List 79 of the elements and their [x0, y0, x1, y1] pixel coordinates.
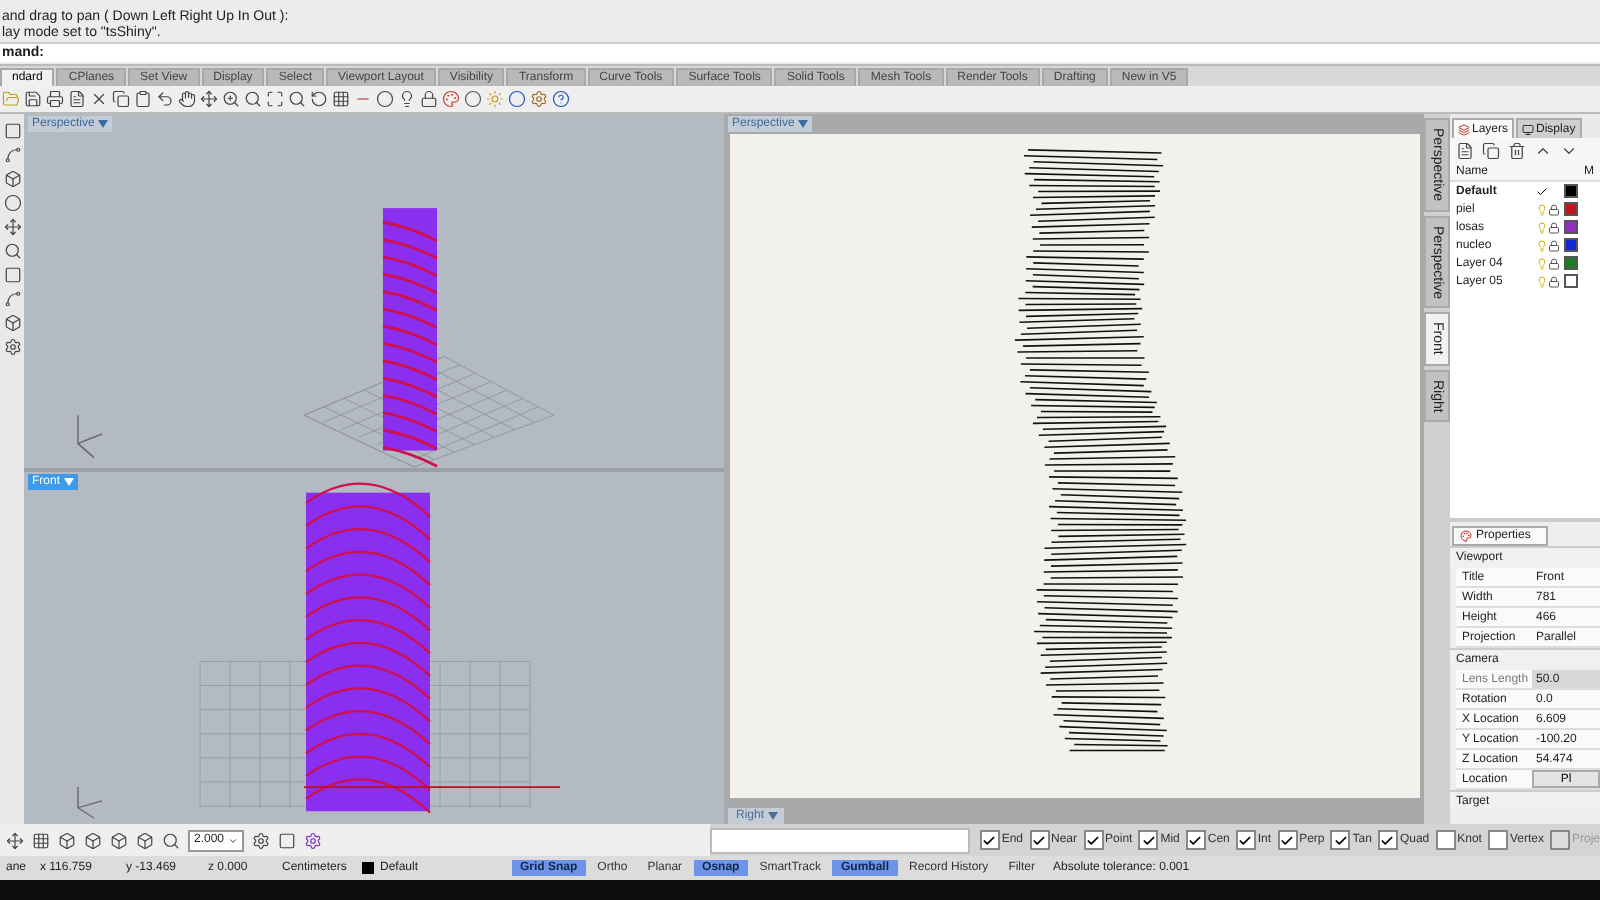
grid-icon[interactable]: [332, 90, 350, 108]
lock-icon[interactable]: [1548, 221, 1560, 233]
square-icon[interactable]: [278, 831, 297, 849]
caret-icon[interactable]: [64, 477, 75, 485]
checkbox[interactable]: [1487, 830, 1508, 850]
lock-icon[interactable]: [420, 90, 438, 108]
layer-color-swatch[interactable]: [1564, 256, 1578, 270]
document-icon[interactable]: [68, 90, 86, 108]
curve-icon[interactable]: [3, 290, 21, 308]
rectangle-icon[interactable]: [3, 266, 21, 284]
lock-icon[interactable]: [1548, 257, 1560, 269]
rotate-icon[interactable]: [310, 90, 328, 108]
palette-icon[interactable]: [442, 90, 460, 108]
checkbox[interactable]: [1235, 830, 1256, 850]
curve-icon[interactable]: [3, 146, 21, 164]
settings-icon[interactable]: [530, 90, 548, 108]
print-icon[interactable]: [46, 90, 64, 108]
settings-icon[interactable]: [3, 338, 21, 356]
spinner-icon[interactable]: [228, 835, 239, 845]
caret-icon[interactable]: [798, 120, 809, 128]
save-icon[interactable]: [24, 90, 42, 108]
box-icon[interactable]: [58, 831, 76, 849]
box-icon[interactable]: [3, 314, 21, 332]
search-icon[interactable]: [162, 831, 180, 849]
zoom-icon[interactable]: [222, 90, 240, 108]
circle-icon[interactable]: [3, 194, 21, 212]
lock-icon[interactable]: [1548, 275, 1560, 287]
lock-icon[interactable]: [1548, 203, 1560, 215]
checkbox[interactable]: [1029, 830, 1049, 850]
checkbox[interactable]: [1277, 830, 1298, 850]
gear-icon[interactable]: [304, 831, 323, 849]
down-icon[interactable]: [1560, 142, 1578, 160]
monitor-icon: [1522, 123, 1535, 135]
input-field[interactable]: [709, 827, 970, 853]
box-icon[interactable]: [84, 831, 102, 849]
clipboard-icon[interactable]: [134, 90, 152, 108]
copy-icon[interactable]: [1482, 142, 1500, 160]
up-icon[interactable]: [1534, 142, 1552, 160]
caret-icon[interactable]: [768, 812, 779, 820]
axis-icon: [77, 785, 103, 818]
layer-color-swatch[interactable]: [1564, 274, 1578, 288]
layer-color-swatch[interactable]: [1564, 238, 1578, 252]
search-icon[interactable]: [288, 90, 306, 108]
copy-icon[interactable]: [112, 90, 130, 108]
maximize-icon[interactable]: [266, 90, 284, 108]
search-icon[interactable]: [3, 242, 21, 260]
help-icon[interactable]: [552, 90, 570, 108]
layers-icon: [1458, 123, 1470, 135]
new-layer-icon[interactable]: [1456, 142, 1474, 160]
box-icon[interactable]: [110, 831, 128, 849]
box-icon[interactable]: [3, 170, 21, 188]
undo-icon[interactable]: [156, 90, 174, 108]
check-icon: [1536, 185, 1548, 197]
grid-icon[interactable]: [32, 831, 50, 849]
close-icon[interactable]: [90, 90, 108, 108]
checkbox[interactable]: [1138, 830, 1159, 850]
layer-color-swatch[interactable]: [1564, 184, 1578, 198]
hand-icon[interactable]: [178, 90, 196, 108]
move-icon[interactable]: [200, 90, 218, 108]
search-icon[interactable]: [244, 90, 262, 108]
layer-color-swatch[interactable]: [1564, 202, 1578, 216]
circle-icon[interactable]: [376, 90, 394, 108]
axis-icon: [77, 414, 103, 459]
checkbox[interactable]: [1377, 830, 1398, 850]
layer-color-swatch[interactable]: [1564, 220, 1578, 234]
checkbox[interactable]: [979, 830, 1000, 850]
settings-icon[interactable]: [252, 831, 271, 849]
checkbox[interactable]: [1435, 830, 1456, 850]
lock-icon[interactable]: [1548, 239, 1560, 251]
palette-icon: [1460, 530, 1472, 542]
rectangle-icon[interactable]: [3, 122, 21, 140]
box-icon[interactable]: [136, 831, 154, 849]
move-icon[interactable]: [3, 218, 21, 236]
caret-icon[interactable]: [98, 120, 109, 128]
checkbox[interactable]: [1083, 830, 1104, 850]
checkbox[interactable]: [1330, 830, 1351, 850]
move-icon[interactable]: [6, 831, 24, 849]
delete-icon[interactable]: [1508, 142, 1526, 160]
checkbox[interactable]: [1185, 830, 1206, 850]
